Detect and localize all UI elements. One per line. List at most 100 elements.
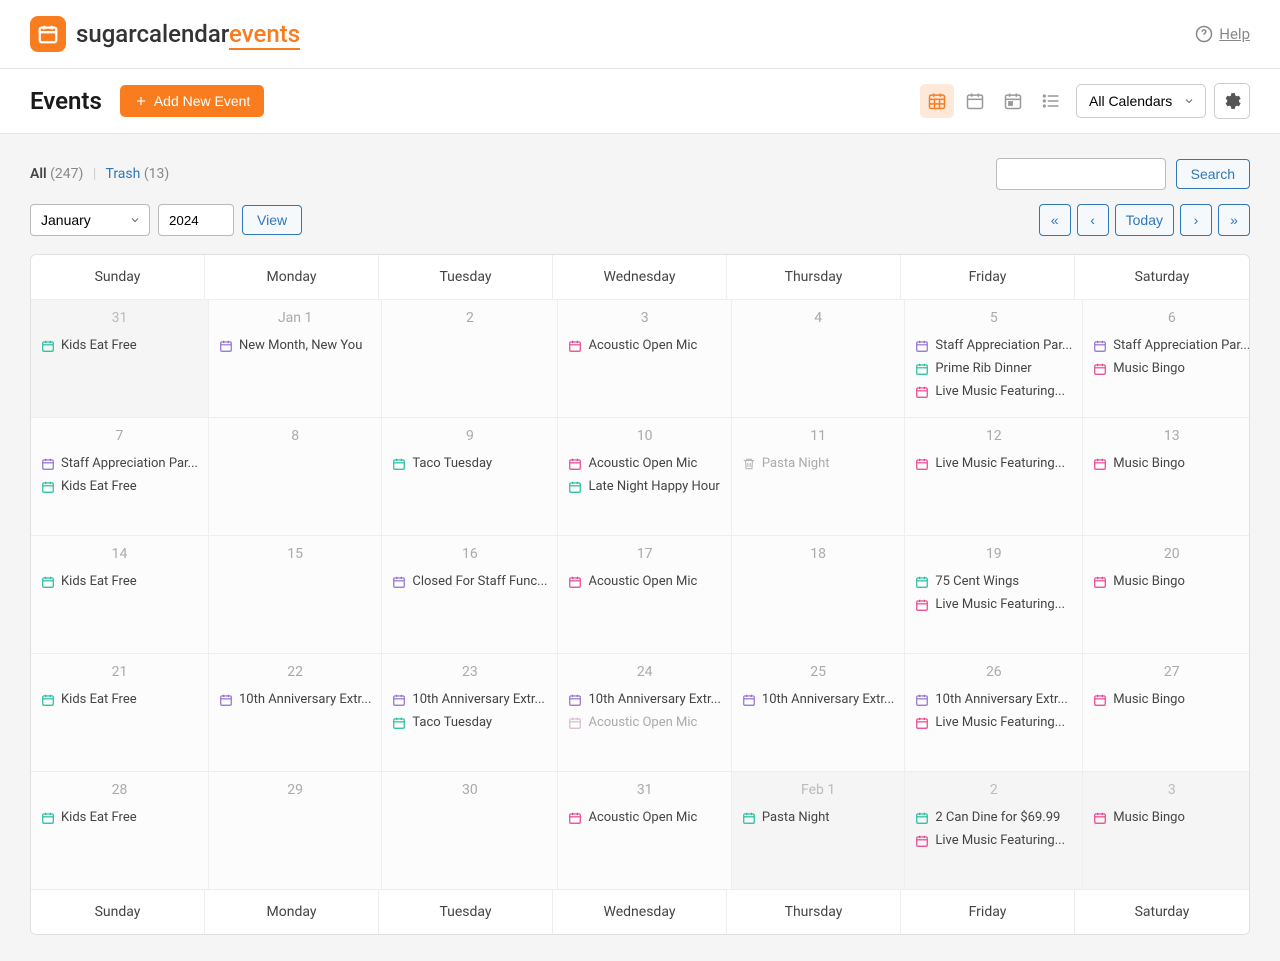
filter-all[interactable]: All bbox=[30, 166, 47, 182]
event-item[interactable]: Late Night Happy Hour bbox=[558, 475, 730, 498]
event-item[interactable]: Kids Eat Free bbox=[31, 570, 208, 593]
calendar-cell[interactable]: 1975 Cent WingsLive Music Featuring... bbox=[905, 535, 1083, 653]
calendar-cell[interactable]: 18 bbox=[732, 535, 905, 653]
event-item[interactable]: Live Music Featuring... bbox=[905, 593, 1082, 616]
settings-button[interactable] bbox=[1214, 83, 1250, 119]
event-item[interactable]: Acoustic Open Mic bbox=[558, 570, 730, 593]
event-item[interactable]: 2 Can Dine for $69.99 bbox=[905, 806, 1082, 829]
event-item[interactable]: Music Bingo bbox=[1083, 570, 1250, 593]
calendar-cell[interactable]: 2 bbox=[382, 299, 558, 417]
event-item[interactable]: Acoustic Open Mic bbox=[558, 452, 730, 475]
calendar-cell[interactable]: 2210th Anniversary Extr... bbox=[209, 653, 382, 771]
calendar-cell[interactable]: 17Acoustic Open Mic bbox=[558, 535, 731, 653]
calendar-cell[interactable]: 8 bbox=[209, 417, 382, 535]
calendar-cell[interactable]: 30 bbox=[382, 771, 558, 889]
cell-date: 14 bbox=[31, 536, 208, 570]
event-item[interactable]: Music Bingo bbox=[1083, 806, 1250, 829]
event-item[interactable]: Acoustic Open Mic bbox=[558, 334, 730, 357]
calendar-cell[interactable]: Jan 1New Month, New You bbox=[209, 299, 382, 417]
search-input[interactable] bbox=[996, 158, 1166, 190]
event-icon bbox=[915, 457, 929, 471]
view-list-button[interactable] bbox=[1034, 84, 1068, 118]
event-item[interactable]: Pasta Night bbox=[732, 452, 904, 475]
event-item[interactable]: New Month, New You bbox=[209, 334, 381, 357]
event-item[interactable]: Live Music Featuring... bbox=[905, 452, 1082, 475]
pager-prev-button[interactable]: ‹ bbox=[1077, 204, 1109, 236]
calendar-cell[interactable]: 22 Can Dine for $69.99Live Music Featuri… bbox=[905, 771, 1083, 889]
event-item[interactable]: Music Bingo bbox=[1083, 452, 1250, 475]
calendar-filter-select[interactable]: All Calendars bbox=[1076, 84, 1206, 118]
calendar-cell[interactable]: 21Kids Eat Free bbox=[31, 653, 209, 771]
calendar-cell[interactable]: 7Staff Appreciation Par...Kids Eat Free bbox=[31, 417, 209, 535]
event-item[interactable]: Kids Eat Free bbox=[31, 334, 208, 357]
calendar-cell[interactable]: 11Pasta Night bbox=[732, 417, 905, 535]
search-button[interactable]: Search bbox=[1176, 159, 1250, 189]
event-item[interactable]: 10th Anniversary Extr... bbox=[209, 688, 381, 711]
year-input[interactable] bbox=[158, 204, 234, 236]
event-item[interactable]: Staff Appreciation Par... bbox=[1083, 334, 1250, 357]
event-item[interactable]: Music Bingo bbox=[1083, 688, 1250, 711]
calendar-cell[interactable]: 4 bbox=[732, 299, 905, 417]
calendar-cell[interactable]: 28Kids Eat Free bbox=[31, 771, 209, 889]
filter-trash[interactable]: Trash bbox=[106, 166, 141, 182]
event-item[interactable]: Acoustic Open Mic bbox=[558, 806, 730, 829]
event-item[interactable]: Taco Tuesday bbox=[382, 711, 557, 734]
event-item[interactable]: Staff Appreciation Par... bbox=[31, 452, 208, 475]
event-item[interactable]: Kids Eat Free bbox=[31, 806, 208, 829]
calendar-cell[interactable]: 6Staff Appreciation Par...Music Bingo bbox=[1083, 299, 1250, 417]
event-item[interactable]: Taco Tuesday bbox=[382, 452, 557, 475]
calendar-cell[interactable]: 5Staff Appreciation Par...Prime Rib Dinn… bbox=[905, 299, 1083, 417]
calendar-cell[interactable]: 16Closed For Staff Func... bbox=[382, 535, 558, 653]
calendar-cell[interactable]: 2510th Anniversary Extr... bbox=[732, 653, 905, 771]
view-day-button[interactable] bbox=[996, 84, 1030, 118]
calendar-cell[interactable]: 20Music Bingo bbox=[1083, 535, 1250, 653]
calendar-cell[interactable]: 29 bbox=[209, 771, 382, 889]
calendar-cell[interactable]: 12Live Music Featuring... bbox=[905, 417, 1083, 535]
calendar-cell[interactable]: 31Kids Eat Free bbox=[31, 299, 209, 417]
calendar-cell[interactable]: 2310th Anniversary Extr...Taco Tuesday bbox=[382, 653, 558, 771]
help-link[interactable]: Help bbox=[1195, 25, 1250, 43]
calendar-cell[interactable]: 3Music Bingo bbox=[1083, 771, 1250, 889]
day-header: Friday bbox=[901, 255, 1075, 299]
view-button[interactable]: View bbox=[242, 205, 302, 235]
calendar-cell[interactable]: 31Acoustic Open Mic bbox=[558, 771, 731, 889]
event-item[interactable]: Live Music Featuring... bbox=[905, 711, 1082, 734]
day-header: Wednesday bbox=[553, 255, 727, 299]
calendar-cell[interactable]: 2410th Anniversary Extr...Acoustic Open … bbox=[558, 653, 731, 771]
calendar-cell[interactable]: 2610th Anniversary Extr...Live Music Fea… bbox=[905, 653, 1083, 771]
calendar-cell[interactable]: Feb 1Pasta Night bbox=[732, 771, 905, 889]
event-item[interactable]: Staff Appreciation Par... bbox=[905, 334, 1082, 357]
view-month-button[interactable] bbox=[920, 84, 954, 118]
event-item[interactable]: Pasta Night bbox=[732, 806, 904, 829]
event-item[interactable]: 10th Anniversary Extr... bbox=[382, 688, 557, 711]
event-item[interactable]: 10th Anniversary Extr... bbox=[732, 688, 904, 711]
event-item[interactable]: 75 Cent Wings bbox=[905, 570, 1082, 593]
event-item[interactable]: Live Music Featuring... bbox=[905, 829, 1082, 852]
event-item[interactable]: Prime Rib Dinner bbox=[905, 357, 1082, 380]
calendar-cell[interactable]: 9Taco Tuesday bbox=[382, 417, 558, 535]
event-item[interactable]: 10th Anniversary Extr... bbox=[905, 688, 1082, 711]
add-event-button[interactable]: Add New Event bbox=[120, 85, 265, 117]
calendar-cell[interactable]: 27Music Bingo bbox=[1083, 653, 1250, 771]
pager-first-button[interactable]: « bbox=[1039, 204, 1071, 236]
calendar-cell[interactable]: 15 bbox=[209, 535, 382, 653]
pager-today-button[interactable]: Today bbox=[1115, 204, 1174, 236]
event-item[interactable]: Kids Eat Free bbox=[31, 688, 208, 711]
view-week-button[interactable] bbox=[958, 84, 992, 118]
event-item[interactable]: Acoustic Open Mic bbox=[558, 711, 730, 734]
calendar-cell[interactable]: 14Kids Eat Free bbox=[31, 535, 209, 653]
month-select[interactable]: January bbox=[30, 204, 150, 236]
event-icon bbox=[41, 457, 55, 471]
event-item[interactable]: Live Music Featuring... bbox=[905, 380, 1082, 403]
event-item[interactable]: Kids Eat Free bbox=[31, 475, 208, 498]
calendar-cell[interactable]: 13Music Bingo bbox=[1083, 417, 1250, 535]
event-item[interactable]: Music Bingo bbox=[1083, 357, 1250, 380]
calendar-cell[interactable]: 3Acoustic Open Mic bbox=[558, 299, 731, 417]
event-item[interactable]: 10th Anniversary Extr... bbox=[558, 688, 730, 711]
calendar-cell[interactable]: 10Acoustic Open MicLate Night Happy Hour bbox=[558, 417, 731, 535]
pager-next-button[interactable]: › bbox=[1180, 204, 1212, 236]
event-item[interactable]: Closed For Staff Func... bbox=[382, 570, 557, 593]
event-label: Pasta Night bbox=[762, 456, 830, 471]
pager-last-button[interactable]: » bbox=[1218, 204, 1250, 236]
brand-logo[interactable]: sugarcalendarevents bbox=[30, 16, 300, 52]
